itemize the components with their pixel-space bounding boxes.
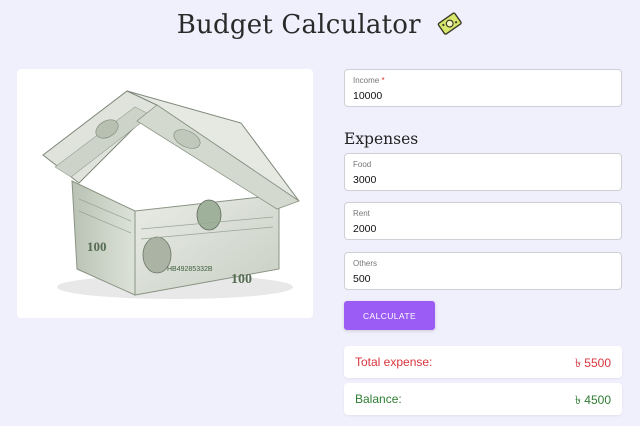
others-input[interactable]: 500 bbox=[353, 273, 371, 285]
rent-input[interactable]: 2000 bbox=[353, 223, 376, 235]
expenses-heading: Expenses bbox=[344, 130, 419, 148]
money-house-image: HB49285332B 100 100 bbox=[17, 69, 313, 318]
required-mark: * bbox=[381, 76, 385, 85]
rent-field[interactable]: Rent 2000 bbox=[344, 202, 622, 240]
income-field[interactable]: Income * 10000 bbox=[344, 69, 622, 107]
page-title: Budget Calculator bbox=[0, 10, 640, 40]
food-input[interactable]: 3000 bbox=[353, 174, 376, 186]
svg-text:HB49285332B: HB49285332B bbox=[167, 266, 213, 273]
others-label: Others bbox=[353, 259, 378, 268]
total-expense-label: Total expense: bbox=[355, 355, 433, 369]
total-expense-value: ৳ 5500 bbox=[574, 356, 611, 370]
balance-value: ৳ 4500 bbox=[574, 393, 611, 407]
income-label: Income * bbox=[353, 76, 385, 85]
food-label: Food bbox=[353, 160, 372, 169]
income-input[interactable]: 10000 bbox=[353, 90, 382, 102]
balance-label: Balance: bbox=[355, 392, 402, 406]
calculate-button[interactable]: CALCULATE bbox=[344, 301, 435, 330]
svg-text:100: 100 bbox=[87, 239, 107, 254]
money-house-icon: HB49285332B 100 100 bbox=[42, 90, 300, 299]
food-field[interactable]: Food 3000 bbox=[344, 153, 622, 191]
balance-result: Balance: ৳ 4500 bbox=[344, 383, 622, 415]
total-expense-result: Total expense: ৳ 5500 bbox=[344, 346, 622, 378]
money-icon bbox=[437, 12, 462, 35]
svg-text:100: 100 bbox=[231, 272, 252, 287]
page-title-text: Budget Calculator bbox=[176, 10, 421, 40]
others-field[interactable]: Others 500 bbox=[344, 252, 622, 290]
rent-label: Rent bbox=[353, 209, 370, 218]
